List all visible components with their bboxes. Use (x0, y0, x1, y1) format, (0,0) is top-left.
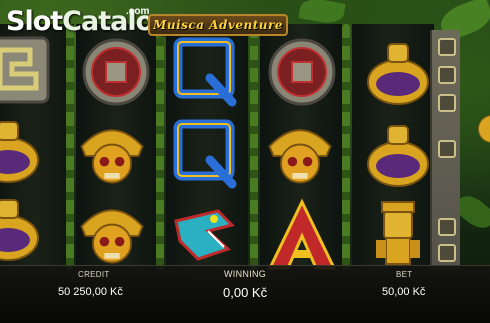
blue-q-symbol (168, 116, 244, 192)
golden-skull-mask-symbol (74, 196, 150, 272)
glyph-indicator (438, 66, 456, 84)
golden-vase-symbol (0, 112, 46, 188)
golden-vase-symbol (360, 116, 436, 192)
winning-label: WINNING (224, 269, 267, 279)
glyph-indicator (438, 218, 456, 236)
credit-label: CREDIT (78, 270, 110, 279)
vine-divider (342, 24, 350, 270)
blue-q-symbol (168, 34, 244, 110)
game-title: Muisca Adventure (153, 18, 283, 32)
golden-idol-symbol (360, 196, 436, 272)
golden-vase-symbol (360, 34, 436, 110)
game-title-banner: Muisca Adventure (148, 14, 288, 36)
vine-divider (250, 24, 258, 270)
logo-text-com: .com (126, 6, 150, 17)
bottom-info-bar: CREDIT 50 250,00 Kč WINNING 0,00 Kč BET … (0, 265, 490, 323)
bet-label: BET (396, 270, 413, 279)
glyph-indicator (438, 244, 456, 262)
credit-value: 50 250,00 Kč (58, 286, 123, 298)
glyph-indicator (438, 94, 456, 112)
glyph-indicator (438, 38, 456, 56)
serpent-head-symbol (168, 198, 244, 274)
vine-divider (66, 24, 74, 270)
red-a-symbol (264, 196, 340, 272)
golden-vase-symbol (0, 190, 46, 266)
glyph-indicator (438, 140, 456, 158)
bet-value: 50,00 Kč (382, 286, 426, 298)
golden-skull-mask-symbol (74, 116, 150, 192)
golden-skull-mask-symbol (262, 116, 338, 192)
stone-medallion-symbol (264, 34, 340, 110)
stone-side-panel (430, 30, 460, 270)
logo-text-slot: Slot (6, 6, 63, 37)
vine-divider (156, 24, 164, 270)
slotcatalog-logo: Slot Catalog .com (6, 6, 172, 40)
stone-glyph-symbol (0, 32, 56, 108)
stone-medallion-symbol (78, 34, 154, 110)
winning-value: 0,00 Kč (223, 285, 268, 300)
